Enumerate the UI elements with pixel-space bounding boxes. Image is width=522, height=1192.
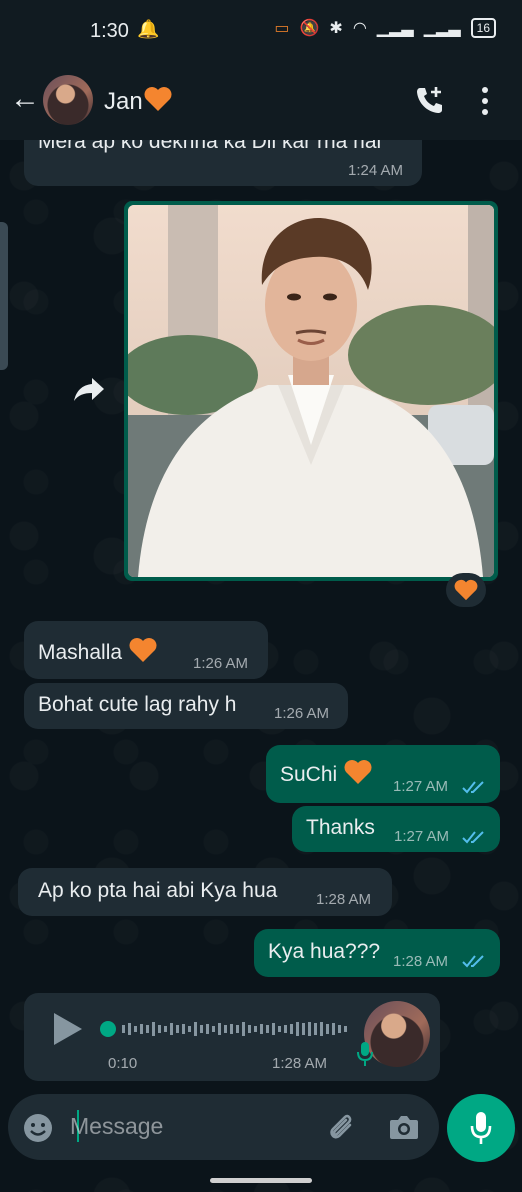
attach-icon[interactable] [324,1110,358,1144]
side-panel-handle[interactable] [0,222,8,370]
voice-waveform[interactable] [98,1017,364,1041]
message-bubble-incoming[interactable]: Ap ko pta hai abi Kya hua 1:28 AM [18,868,392,916]
contact-name: Jan [104,88,143,115]
message-time: 1:27 AM [394,828,450,845]
message-text-content: SuChi [280,763,338,786]
message-text: Bohat cute lag rahy h [38,693,237,716]
read-ticks-icon [462,781,484,794]
message-input-bar[interactable]: Message [8,1094,439,1160]
contact-avatar[interactable] [43,75,93,125]
add-call-icon[interactable] [414,84,446,116]
forward-icon[interactable] [72,374,106,404]
mute-icon: 🔕 [299,20,320,37]
emoji-icon[interactable] [22,1112,54,1144]
mic-icon [470,1112,492,1144]
message-bubble-outgoing[interactable]: SuChi 1:27 AM [266,745,500,803]
orange-heart-icon [344,760,372,784]
image-message-bubble[interactable] [124,201,498,581]
orange-heart-icon [454,579,478,601]
message-time: 1:27 AM [393,778,449,795]
signal-icon-1: ▁▂▃ [376,20,414,37]
read-ticks-icon [462,955,484,968]
message-bubble-incoming[interactable]: Mashalla 1:26 AM [24,621,268,679]
message-bubble-outgoing[interactable]: Thanks 1:27 AM [292,806,500,852]
status-time: 1:30 [90,20,129,42]
cast-icon: ▭ [274,20,290,37]
message-time: 1:26 AM [193,655,249,672]
message-text: Kya hua??? [268,940,381,963]
battery-indicator: 16 [470,18,496,38]
message-text: Thanks [306,816,375,839]
voice-message-bubble[interactable]: 0:10 1:28 AM [24,993,440,1081]
voice-record-button[interactable] [447,1094,515,1162]
message-text: Mashalla [38,637,158,665]
message-text: SuChi [280,759,373,787]
message-time: 1:24 AM [348,162,404,179]
message-input[interactable]: Message [70,1113,163,1140]
home-indicator[interactable] [210,1178,312,1183]
photo-illustration [128,205,494,577]
message-bubble-incoming[interactable]: Bohat cute lag rahy h 1:26 AM [24,683,348,729]
orange-heart-icon [144,87,172,111]
status-icons: ▭ 🔕 ✱ ◠ ▁▂▃ ▁▂▃ 16 [274,18,496,38]
message-time: 1:28 AM [316,891,372,908]
contact-name-container[interactable]: Jan [104,86,173,116]
play-icon[interactable] [52,1011,84,1047]
message-time: 1:28 AM [272,1055,328,1072]
signal-icon-2: ▁▂▃ [423,20,461,37]
shared-photo[interactable] [128,205,494,577]
message-time: 1:28 AM [393,953,449,970]
message-text-content: Mashalla [38,641,123,664]
orange-heart-icon [129,638,157,662]
camera-icon[interactable] [388,1113,420,1141]
read-ticks-icon [462,831,484,844]
voice-duration: 0:10 [108,1055,138,1072]
more-options-icon[interactable] [480,86,490,116]
wifi-icon: ◠ [352,20,367,37]
mic-icon [357,1042,373,1066]
back-arrow-icon[interactable]: ← [10,82,40,116]
status-bar: 1:30 🔔 ▭ 🔕 ✱ ◠ ▁▂▃ ▁▂▃ 16 [0,0,522,62]
message-time: 1:26 AM [274,705,330,722]
message-bubble-outgoing[interactable]: Kya hua??? 1:28 AM [254,929,500,977]
message-text: Ap ko pta hai abi Kya hua [38,879,278,902]
reaction-badge[interactable] [446,573,486,607]
bell-icon: 🔔 [137,19,160,39]
bluetooth-icon: ✱ [329,20,343,37]
